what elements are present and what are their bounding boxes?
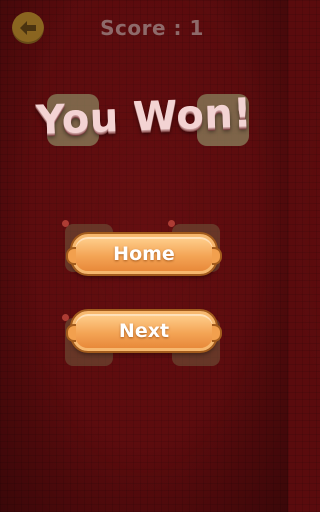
button-notch-right — [212, 247, 222, 265]
next-button-label: Next — [118, 320, 170, 342]
board-dot — [168, 220, 175, 227]
next-button[interactable]: Next — [66, 311, 222, 351]
home-button-label: Home — [113, 243, 175, 265]
board-dot — [62, 314, 69, 321]
button-notch-left — [66, 324, 76, 342]
button-notch-left — [66, 247, 76, 265]
arrow-left-icon — [18, 18, 38, 38]
home-button[interactable]: Home — [66, 234, 222, 274]
button-notch-right — [212, 324, 222, 342]
board-dot — [62, 220, 69, 227]
back-button[interactable] — [12, 12, 44, 44]
score-label: Score : 1 — [100, 16, 204, 40]
